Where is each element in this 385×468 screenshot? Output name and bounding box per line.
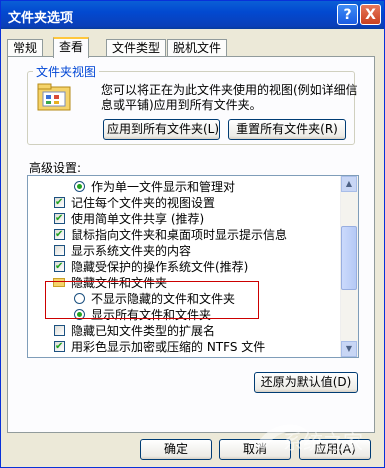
- advanced-settings-list[interactable]: 作为单一文件显示和管理对 记住每个文件夹的视图设置 使用简单文件共享 (推荐) …: [27, 175, 359, 358]
- scroll-thumb[interactable]: [341, 226, 357, 290]
- checkbox[interactable]: [54, 195, 65, 211]
- scroll-down-icon[interactable]: ▼: [341, 341, 357, 357]
- restore-defaults-button[interactable]: 还原为默认值(D): [254, 372, 358, 393]
- folder-views-description: 您可以将正在为此文件夹使用的视图(例如详细信息或平铺)应用到所有文件夹。: [101, 83, 358, 112]
- tab-general[interactable]: 常规: [7, 39, 44, 56]
- tab-file-types[interactable]: 文件类型: [106, 39, 167, 56]
- reset-all-folders-button[interactable]: 重置所有文件夹(R): [228, 119, 346, 140]
- list-item-label: 记住每个文件夹的视图设置: [71, 196, 216, 210]
- list-item-label: 显示系统文件夹的内容: [71, 244, 192, 258]
- watermark-logo: 系统之家: [255, 424, 363, 454]
- list-item-label: 隐藏已知文件类型的扩展名: [71, 324, 216, 338]
- folder-views-icon: [37, 83, 71, 111]
- apply-to-all-folders-button[interactable]: 应用到所有文件夹(L): [103, 119, 220, 140]
- checkbox[interactable]: [54, 211, 65, 227]
- advanced-settings-label: 高级设置:: [29, 161, 82, 175]
- list-item-label: 用彩色显示加密或压缩的 NTFS 文件: [71, 340, 266, 354]
- scroll-up-icon[interactable]: ▲: [341, 176, 357, 192]
- vertical-scrollbar[interactable]: ▲ ▼: [340, 176, 358, 357]
- folder-views-label: 文件夹视图: [33, 63, 100, 80]
- folder-options-dialog: 文件夹选项 ? X 常规 查看 文件类型 脱机文件 文件夹视图 您可以将正在为此…: [0, 0, 385, 468]
- close-button[interactable]: X: [360, 4, 381, 25]
- title-bar[interactable]: 文件夹选项 ? X: [1, 1, 384, 29]
- radio-button[interactable]: [74, 181, 85, 192]
- list-item-label: 鼠标指向文件夹和桌面项时显示提示信息: [71, 228, 288, 242]
- help-button[interactable]: ?: [337, 4, 358, 25]
- highlight-box: [45, 281, 259, 319]
- tab-view[interactable]: 查看: [53, 37, 90, 58]
- list-item-label: 隐藏受保护的操作系统文件(推荐): [71, 260, 249, 274]
- window-title: 文件夹选项: [8, 11, 74, 26]
- list-item-label: 使用简单文件共享 (推荐): [71, 212, 205, 226]
- svg-text:系统之家: 系统之家: [283, 430, 363, 454]
- tab-offline-files[interactable]: 脱机文件: [167, 39, 228, 56]
- checkbox[interactable]: [54, 245, 65, 256]
- ok-button[interactable]: 确定: [140, 439, 212, 460]
- checkbox[interactable]: [54, 339, 65, 355]
- checkbox[interactable]: [54, 227, 65, 243]
- checkbox[interactable]: [54, 259, 65, 275]
- checkbox[interactable]: [54, 325, 65, 336]
- list-item-label: 作为单一文件显示和管理对: [91, 180, 236, 194]
